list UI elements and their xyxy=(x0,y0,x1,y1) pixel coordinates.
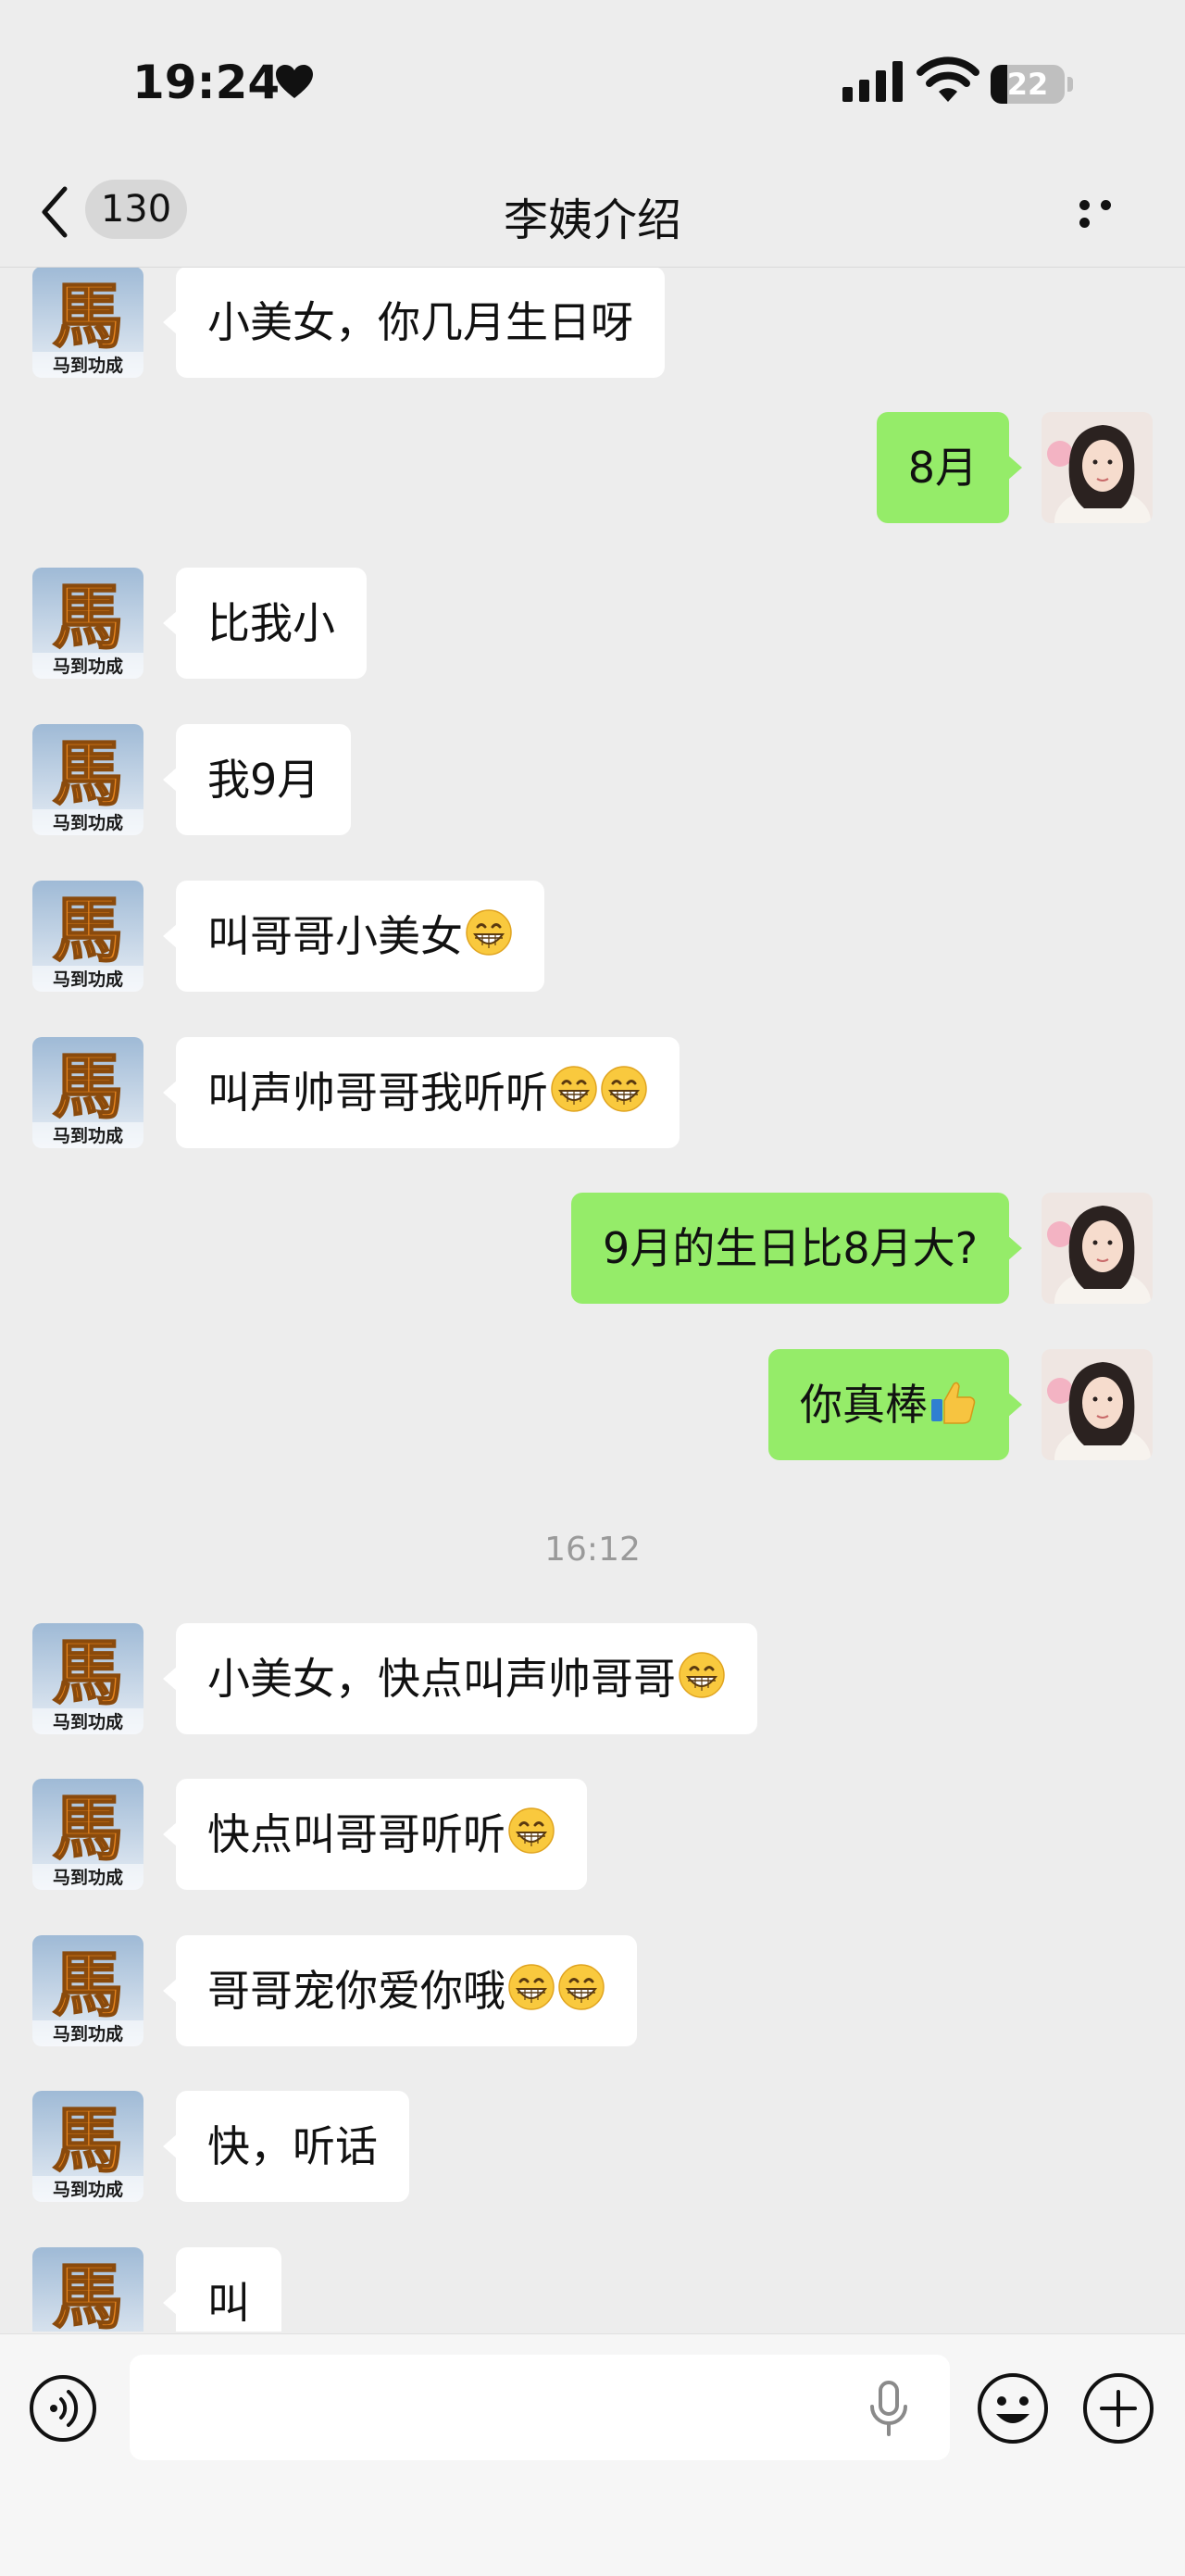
received-message: 馬马到功成 叫声帅哥哥我听听 xyxy=(0,1037,1185,1148)
received-message: 馬马到功成 我9月 xyxy=(0,724,1185,835)
voice-icon[interactable] xyxy=(28,2373,98,2444)
emoji-icon[interactable] xyxy=(976,2371,1050,2445)
message-bubble[interactable]: 叫声帅哥哥我听听 xyxy=(163,1037,680,1148)
message-bubble[interactable]: 叫 xyxy=(163,2247,281,2332)
message-text: 叫 xyxy=(207,2278,250,2328)
svg-text:马到功成: 马到功成 xyxy=(53,2023,123,2045)
message-text: 9月的生日比8月大? xyxy=(603,1223,978,1273)
contact-avatar[interactable]: 馬马到功成 xyxy=(32,267,143,378)
message-bubble[interactable]: 快点叫哥哥听听 xyxy=(163,1779,587,1890)
received-message: 馬马到功成 哥哥宠你爱你哦 xyxy=(0,1935,1185,2046)
svg-text:馬: 馬 xyxy=(53,2256,123,2332)
contact-avatar[interactable]: 馬马到功成 xyxy=(32,1037,143,1148)
contact-avatar[interactable]: 馬马到功成 xyxy=(32,1623,143,1734)
message-bubble[interactable]: 比我小 xyxy=(163,568,367,679)
svg-text:马到功成: 马到功成 xyxy=(53,1125,123,1146)
battery-indicator: 22 xyxy=(991,65,1074,104)
message-bubble[interactable]: 我9月 xyxy=(162,724,352,835)
message-bubble[interactable]: 你真棒 xyxy=(768,1349,1022,1460)
status-time: 19:24 xyxy=(132,56,281,109)
message-text: 叫声帅哥哥我听听 xyxy=(207,1068,548,1118)
svg-text:馬: 馬 xyxy=(53,1632,123,1714)
grinning-emoji-icon xyxy=(551,1066,597,1112)
svg-text:马到功成: 马到功成 xyxy=(53,656,123,677)
self-avatar[interactable] xyxy=(1042,412,1153,523)
message-bubble[interactable]: 小美女，快点叫声帅哥哥 xyxy=(163,1623,757,1734)
svg-text:马到功成: 马到功成 xyxy=(53,969,123,990)
message-text: 哥哥宠你爱你哦 xyxy=(207,1966,505,2016)
message-bubble[interactable]: 9月的生日比8月大? xyxy=(571,1193,1022,1304)
contact-avatar[interactable]: 馬马到功成 xyxy=(32,2247,143,2332)
received-message: 馬马到功成 小美女，快点叫声帅哥哥 xyxy=(0,1623,1185,1734)
grinning-emoji-icon xyxy=(508,1807,555,1854)
svg-text:馬: 馬 xyxy=(53,889,123,971)
message-text: 小美女，你几月生日呀 xyxy=(207,297,633,347)
message-bubble[interactable]: 哥哥宠你爱你哦 xyxy=(163,1935,637,2046)
heart-icon xyxy=(276,65,313,98)
input-bar xyxy=(0,2333,1185,2576)
self-avatar[interactable] xyxy=(1042,1349,1153,1460)
svg-text:馬: 馬 xyxy=(53,275,123,357)
received-message: 馬马到功成 快，听话 xyxy=(0,2091,1185,2202)
message-bubble[interactable]: 叫哥哥小美女 xyxy=(163,881,544,992)
svg-text:马到功成: 马到功成 xyxy=(53,2179,123,2200)
more-options-icon[interactable] xyxy=(1079,196,1141,228)
message-text: 比我小 xyxy=(207,598,335,648)
contact-avatar[interactable]: 馬马到功成 xyxy=(32,881,143,992)
svg-text:馬: 馬 xyxy=(53,732,123,815)
contact-avatar[interactable]: 馬马到功成 xyxy=(32,1935,143,2046)
chat-title: 李姨介绍 xyxy=(503,194,681,246)
contact-avatar[interactable]: 馬马到功成 xyxy=(32,1779,143,1890)
received-message: 馬马到功成 叫 xyxy=(0,2247,1185,2332)
received-message: 馬马到功成 比我小 xyxy=(0,568,1185,679)
svg-text:馬: 馬 xyxy=(53,576,123,658)
message-bubble[interactable]: 小美女，你几月生日呀 xyxy=(163,267,665,378)
chat-header: 130 李姨介绍 xyxy=(0,157,1185,268)
contact-avatar[interactable]: 馬马到功成 xyxy=(32,568,143,679)
svg-text:马到功成: 马到功成 xyxy=(53,1867,123,1888)
message-text: 叫哥哥小美女 xyxy=(207,911,463,961)
message-text: 小美女，快点叫声帅哥哥 xyxy=(207,1654,676,1704)
grinning-emoji-icon xyxy=(558,1964,605,2010)
message-bubble[interactable]: 快，听话 xyxy=(163,2091,409,2202)
status-bar: 19:24 22 xyxy=(0,0,1185,157)
contact-avatar[interactable]: 馬马到功成 xyxy=(32,724,143,835)
grinning-emoji-icon xyxy=(601,1066,647,1112)
message-text: 你真棒 xyxy=(800,1380,928,1430)
sent-message: 9月的生日比8月大? xyxy=(0,1193,1185,1304)
cellular-signal-icon xyxy=(842,61,903,102)
grinning-emoji-icon xyxy=(508,1964,555,2010)
message-bubble[interactable]: 8月 xyxy=(876,412,1023,523)
svg-text:馬: 馬 xyxy=(53,2099,123,2182)
thumbs-up-emoji-icon xyxy=(931,1382,976,1424)
battery-level: 22 xyxy=(1006,67,1049,102)
contact-avatar[interactable]: 馬马到功成 xyxy=(32,2091,143,2202)
sent-message: 8月 xyxy=(0,412,1185,523)
svg-text:馬: 馬 xyxy=(53,1045,123,1128)
svg-text:马到功成: 马到功成 xyxy=(53,355,123,376)
svg-text:馬: 馬 xyxy=(53,1944,123,2026)
message-list[interactable]: 馬马到功成 小美女，你几月生日呀 8月馬马到功成 比我小馬马到功成 我9月馬马到功成 叫哥… xyxy=(0,267,1185,2332)
plus-icon[interactable] xyxy=(1081,2371,1155,2445)
svg-text:马到功成: 马到功成 xyxy=(53,1711,123,1732)
svg-text:马到功成: 马到功成 xyxy=(53,812,123,833)
message-input[interactable] xyxy=(130,2355,950,2460)
received-message: 馬马到功成 叫哥哥小美女 xyxy=(0,881,1185,992)
message-text: 快点叫哥哥听听 xyxy=(207,1809,505,1859)
microphone-icon[interactable] xyxy=(868,2381,909,2436)
sent-message: 你真棒 xyxy=(0,1349,1185,1460)
message-text: 8月 xyxy=(907,443,978,493)
self-avatar[interactable] xyxy=(1042,1193,1153,1304)
wifi-icon xyxy=(917,56,979,102)
received-message: 馬马到功成 快点叫哥哥听听 xyxy=(0,1779,1185,1890)
message-text: 快，听话 xyxy=(207,2121,378,2171)
grinning-emoji-icon xyxy=(679,1652,725,1698)
grinning-emoji-icon xyxy=(466,909,512,956)
message-text: 我9月 xyxy=(207,755,320,805)
received-message: 馬马到功成 小美女，你几月生日呀 xyxy=(0,267,1185,378)
chat-timestamp: 16:12 xyxy=(544,1531,641,1569)
svg-text:馬: 馬 xyxy=(53,1787,123,1869)
